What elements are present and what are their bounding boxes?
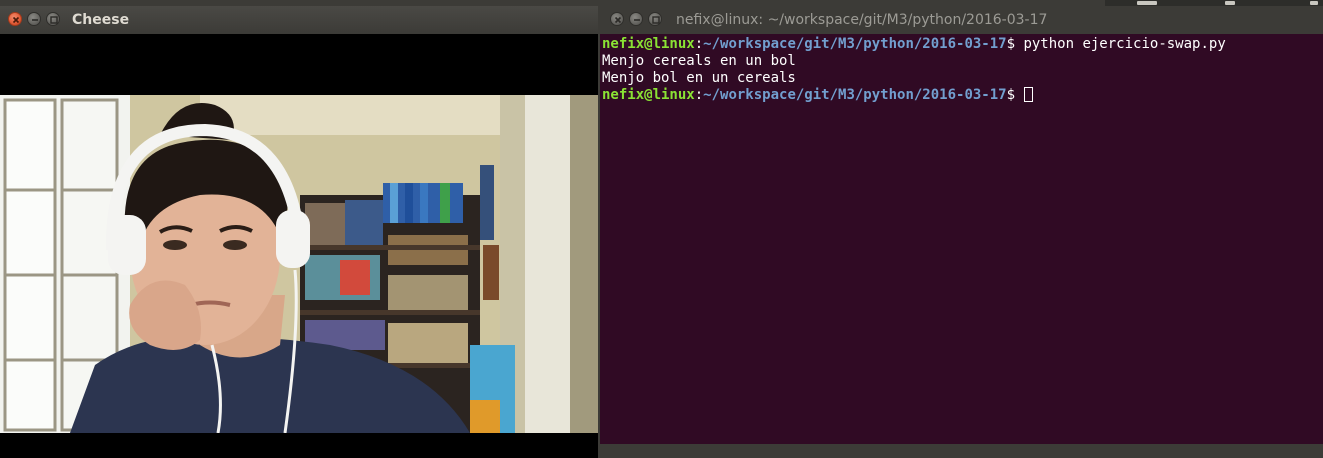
terminal-window: nefix@linux: ~/workspace/git/M3/python/2…	[600, 6, 1323, 452]
prompt-path: ~/workspace/git/M3/python/2016-03-17	[703, 87, 1007, 103]
terminal-line: Menjo cereals en un bol	[602, 53, 796, 69]
cheese-titlebar[interactable]: Cheese	[0, 6, 598, 34]
window-title: Cheese	[72, 12, 130, 28]
text-cursor	[1024, 87, 1034, 102]
maximize-icon[interactable]	[46, 12, 60, 26]
terminal-line: Menjo bol en un cereals	[602, 70, 796, 86]
webcam-image	[0, 95, 598, 433]
command-text: python ejercicio-swap.py	[1023, 36, 1226, 52]
camera-viewer	[0, 34, 598, 458]
terminal-titlebar[interactable]: nefix@linux: ~/workspace/git/M3/python/2…	[600, 6, 1323, 34]
desktop-edge	[600, 452, 1323, 458]
terminal-line: nefix@linux:~/workspace/git/M3/python/20…	[602, 87, 1323, 104]
terminal-line: nefix@linux:~/workspace/git/M3/python/20…	[602, 36, 1323, 53]
close-icon[interactable]	[610, 12, 624, 26]
prompt-symbol: $	[1006, 36, 1024, 52]
cheese-window: Cheese	[0, 6, 598, 458]
minimize-icon[interactable]	[629, 12, 643, 26]
window-title: nefix@linux: ~/workspace/git/M3/python/2…	[676, 12, 1048, 28]
terminal-output[interactable]: nefix@linux:~/workspace/git/M3/python/20…	[600, 34, 1323, 444]
prompt-symbol: $	[1006, 87, 1024, 103]
prompt-path: ~/workspace/git/M3/python/2016-03-17	[703, 36, 1007, 52]
prompt-user: nefix@linux	[602, 87, 695, 103]
minimize-icon[interactable]	[27, 12, 41, 26]
maximize-icon[interactable]	[648, 12, 662, 26]
prompt-user: nefix@linux	[602, 36, 695, 52]
prompt-separator: :	[694, 87, 704, 103]
close-icon[interactable]	[8, 12, 22, 26]
prompt-separator: :	[694, 36, 704, 52]
